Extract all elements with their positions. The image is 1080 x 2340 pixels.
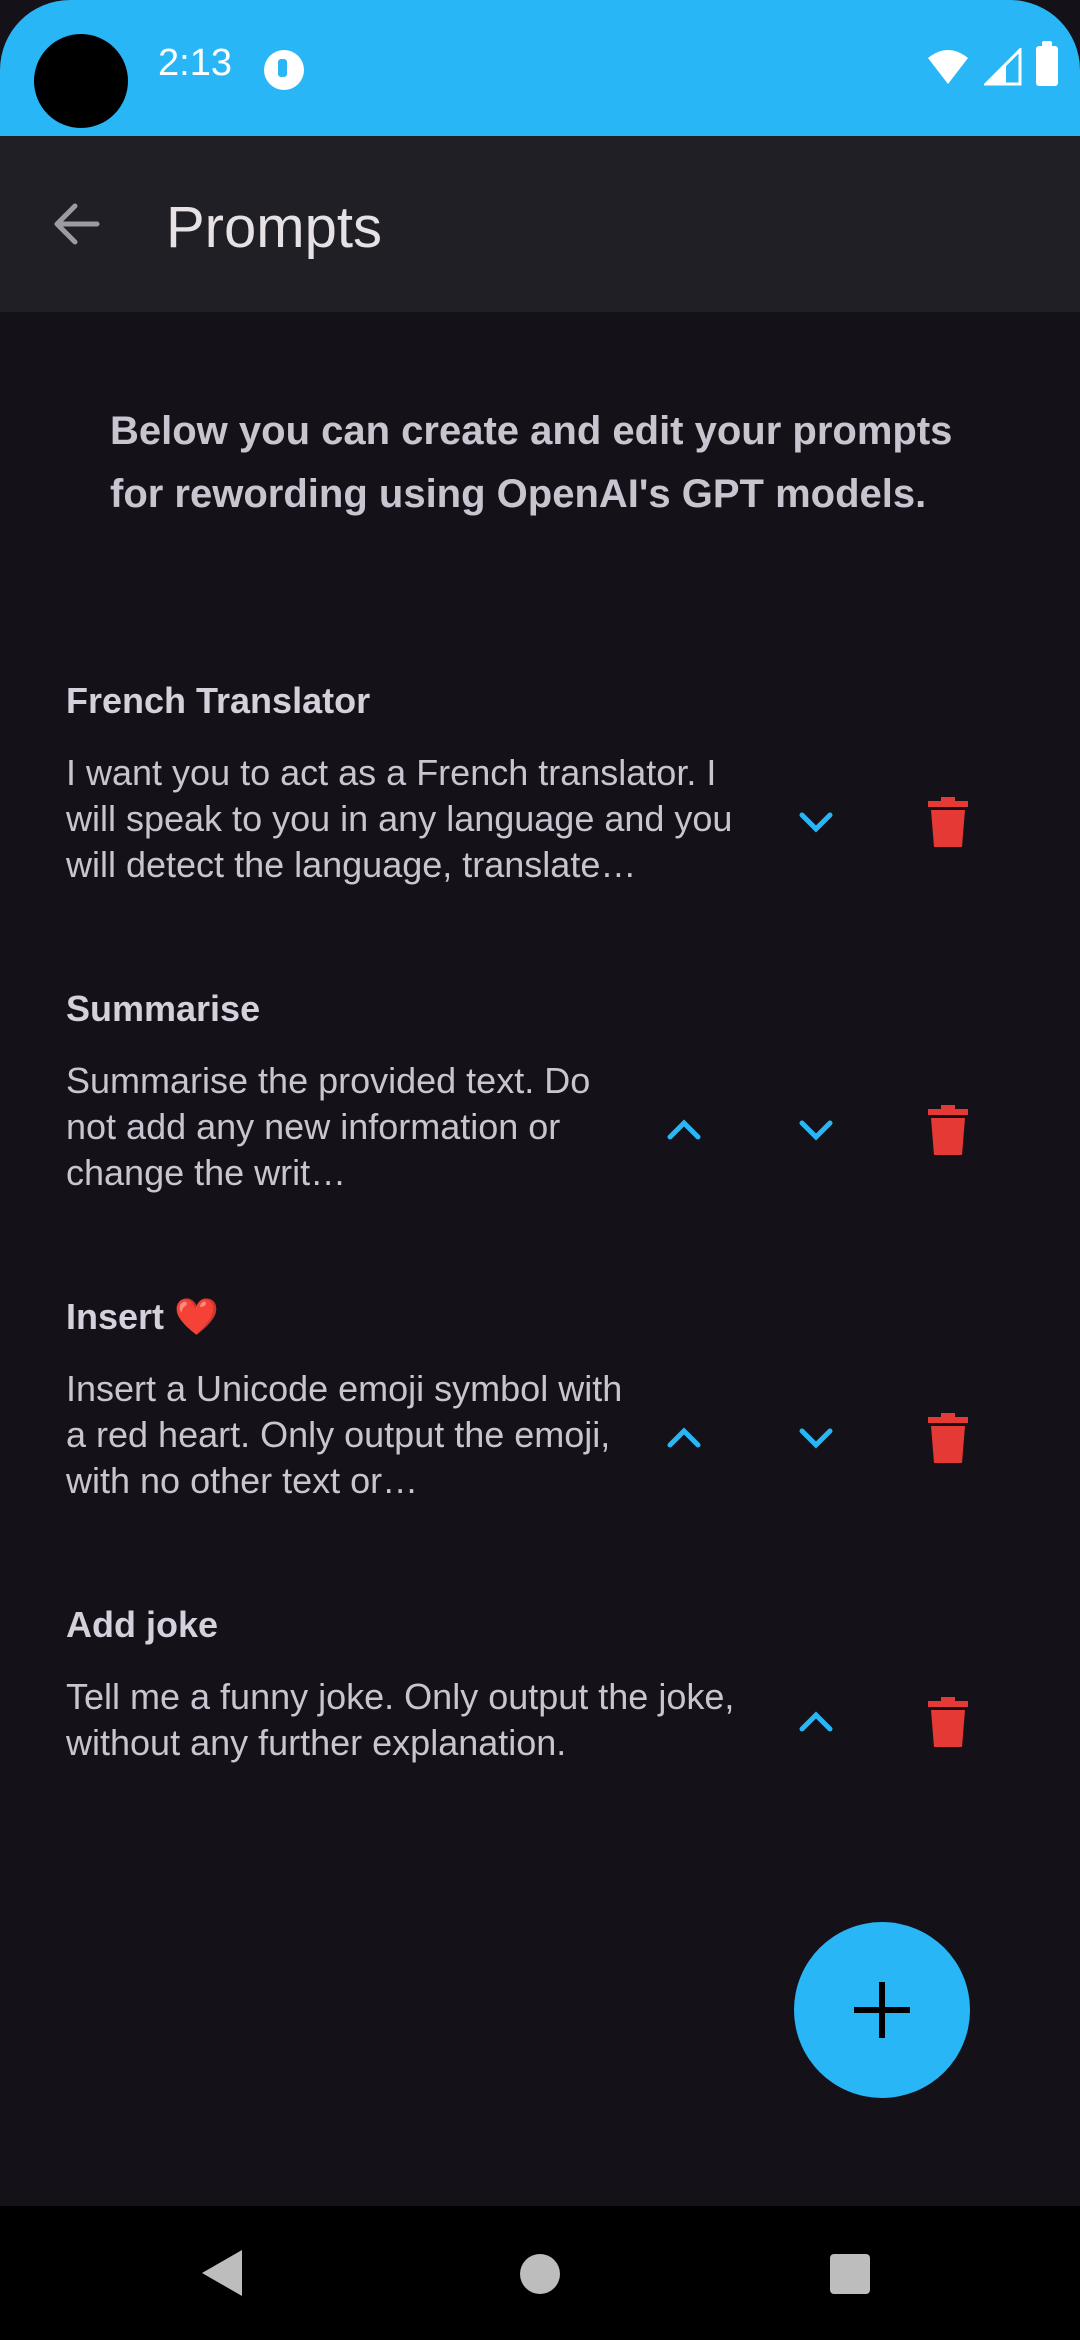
delete-button[interactable] — [908, 1090, 988, 1170]
nav-recents-icon[interactable] — [830, 2254, 870, 2294]
prompt-item-add-joke[interactable]: Add joke Tell me a funny joke. Only outp… — [0, 1604, 1080, 1834]
delete-button[interactable] — [908, 1682, 988, 1762]
nav-back-icon[interactable] — [200, 2248, 244, 2298]
prompt-text: Insert a Unicode emoji symbol with a red… — [66, 1368, 623, 1501]
prompt-text: I want you to act as a French translator… — [66, 752, 733, 885]
navigation-bar — [0, 2206, 1080, 2340]
plus-icon — [854, 1982, 910, 2038]
camera-cutout — [34, 34, 128, 128]
chevron-up-icon — [667, 1427, 701, 1448]
battery-icon — [1036, 41, 1058, 86]
chevron-down-icon — [799, 812, 833, 833]
delete-button[interactable] — [908, 782, 988, 862]
chevron-up-icon — [667, 1119, 701, 1140]
chevron-down-icon — [799, 1428, 833, 1449]
move-up-button[interactable] — [776, 1682, 856, 1762]
status-time: 2:13 — [158, 42, 232, 84]
add-prompt-button[interactable] — [794, 1922, 970, 2098]
chevron-up-icon — [799, 1711, 833, 1732]
trash-icon — [928, 1105, 968, 1155]
prompt-text: Summarise the provided text. Do not add … — [66, 1060, 591, 1193]
screen: 2:13 Prompts Below you can create and ed… — [0, 0, 1080, 2340]
move-down-button[interactable] — [776, 1090, 856, 1170]
trash-icon — [928, 1697, 968, 1747]
delete-button[interactable] — [908, 1398, 988, 1478]
move-up-button[interactable] — [644, 1398, 724, 1478]
page-title: Prompts — [166, 195, 382, 260]
back-button[interactable] — [40, 188, 112, 260]
prompt-item-insert[interactable]: Insert ❤️ Insert a Unicode emoji symbol … — [0, 1296, 1080, 1526]
trash-icon — [928, 1413, 968, 1463]
app-bar: Prompts — [0, 136, 1080, 312]
move-down-button[interactable] — [776, 782, 856, 862]
arrow-back-icon — [54, 203, 100, 245]
prompt-title: Summarise — [66, 988, 261, 1029]
notification-app-icon — [264, 50, 304, 90]
prompt-text: Tell me a funny joke. Only output the jo… — [66, 1676, 735, 1763]
prompt-title: French Translator — [66, 680, 371, 721]
trash-icon — [928, 797, 968, 847]
wifi-icon — [928, 50, 968, 84]
move-up-button[interactable] — [644, 1090, 724, 1170]
prompt-item-french-translator[interactable]: French Translator I want you to act as a… — [0, 680, 1080, 910]
status-bar: 2:13 — [0, 0, 1080, 136]
prompt-title: Add joke — [66, 1604, 219, 1645]
status-icons — [926, 41, 1058, 86]
intro-text: Below you can create and edit your promp… — [110, 409, 953, 516]
move-down-button[interactable] — [776, 1398, 856, 1478]
nav-home-icon[interactable] — [520, 2254, 560, 2294]
chevron-down-icon — [799, 1120, 833, 1141]
cell-signal-icon — [984, 48, 1022, 86]
prompt-title: Insert ❤️ — [66, 1296, 219, 1337]
prompt-item-summarise[interactable]: Summarise Summarise the provided text. D… — [0, 988, 1080, 1218]
